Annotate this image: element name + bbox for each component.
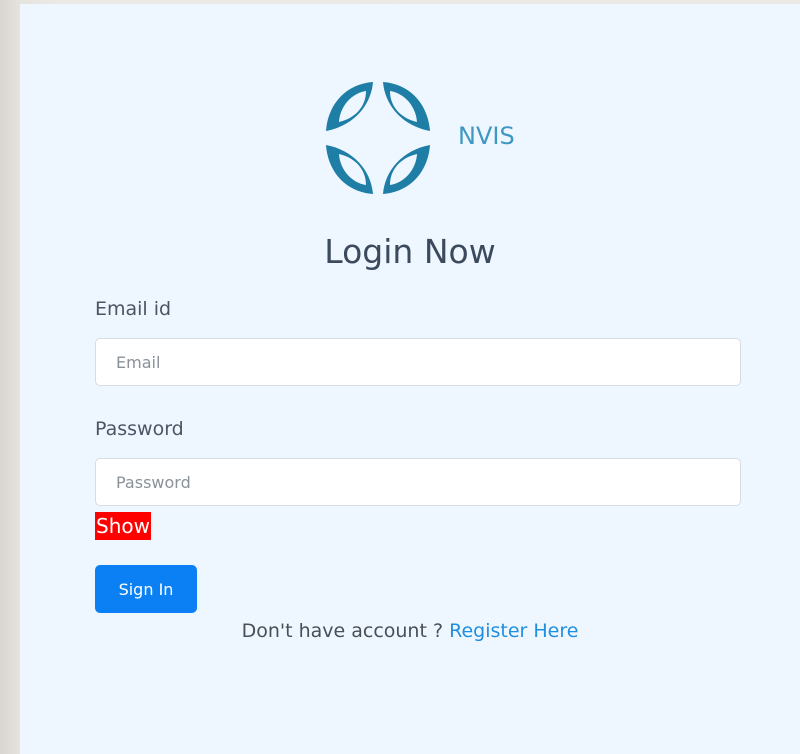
page-title: Login Now	[324, 232, 496, 271]
account-prompt-text: Don't have account ?	[241, 620, 444, 642]
brand-name: NVIS	[458, 122, 515, 150]
brand-header: NVIS	[318, 76, 558, 206]
email-field[interactable]	[95, 338, 741, 386]
sign-in-button[interactable]: Sign In	[95, 565, 197, 613]
email-label: Email id	[95, 298, 172, 320]
register-prompt: Don't have account ? Register Here	[20, 620, 800, 642]
show-password-toggle[interactable]: Show	[95, 512, 151, 540]
nvis-logo-icon	[326, 82, 430, 194]
login-page: NVIS Login Now Email id Password Show Si…	[20, 4, 800, 754]
register-link[interactable]: Register Here	[449, 620, 578, 642]
password-field[interactable]	[95, 458, 741, 506]
password-label: Password	[95, 418, 184, 440]
